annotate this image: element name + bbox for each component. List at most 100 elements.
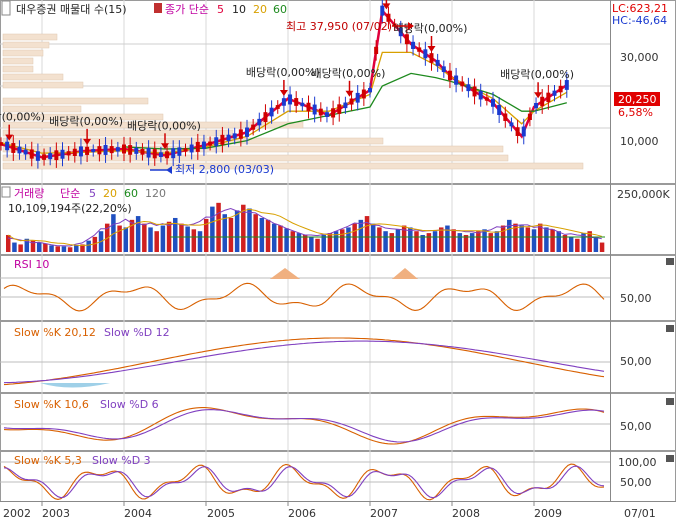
candle-body [546,92,551,103]
candle-body [349,98,354,105]
candle-body [5,141,10,151]
candle-body [220,134,225,145]
x-tick-label: 2005 [207,507,235,520]
volume-profile-bar [2,162,584,170]
panel-toggle-icon[interactable] [1,186,11,198]
high-annotation: 최고 37,950 (07/02) [286,20,392,33]
volume-last-value: 10,109,194주(22,20%) [8,202,132,215]
candle-body [0,142,4,146]
candle-body [245,127,249,137]
volume-bar [6,234,11,252]
volume-bar [568,236,574,252]
volume-bar [414,231,419,252]
candle-body [171,148,176,159]
volume-bar [370,223,376,252]
volume-bar [500,225,506,252]
dividend-label: 배당락(0,00%) [394,22,468,35]
candle-body [115,147,120,152]
volume-bar [346,227,351,252]
volume-bar [531,229,537,252]
volume-bar [290,231,296,252]
candle-body [380,5,385,16]
slow3-tick-50: 50,00 [620,476,652,489]
candle-body [208,141,213,146]
candle-body [491,98,495,107]
candle-body [324,112,329,117]
volume-bar [55,246,60,252]
candle-body [294,98,299,106]
candle-body [558,85,563,93]
candle-body [91,149,96,153]
slow1-title-d: Slow %D 12 [104,326,170,339]
candle-body [146,147,151,158]
volume-bar [309,236,314,252]
x-tick-label-right: 07/01 [624,507,656,520]
volume-bar [482,229,487,252]
stock-title: 대우증권 매물대 수(15) [16,3,127,16]
candle-body [540,96,545,107]
volume-bar [18,244,23,252]
dividend-label: 배당락(0,00%) [500,68,574,81]
volume-bar [457,233,463,252]
candle-body [140,148,145,155]
slow2-title-d: Slow %D 6 [100,398,159,411]
volume-title: 거래량 [14,187,44,200]
slow3-title-k: Slow %K 5,3 [14,454,82,467]
candle-body [337,104,342,114]
volume-bar [383,231,388,252]
vol-ma-20: 20 [103,187,117,200]
volume-bar [599,242,605,252]
close-icon[interactable] [666,325,674,332]
ma-period-5: 5 [217,3,224,16]
volume-bar [463,234,469,252]
rsi-title: RSI 10 [14,258,49,271]
volume-bar [438,227,444,252]
volume-profile-bar [2,41,50,49]
close-icon[interactable] [666,258,674,265]
candle-body [318,108,323,116]
candle-body [42,154,47,160]
volume-bar [247,208,252,252]
candle-body [214,137,219,147]
stock-chart: 배당락(0,00%)배당락(0,00%)배당락(0,00%)배당락(0,00%)… [0,0,676,523]
volume-bar [432,231,438,252]
volume-bar [395,229,401,252]
volume-profile-bar [2,137,384,145]
volume-bar [265,219,271,252]
candle-body [527,113,532,121]
close-icon[interactable] [666,455,674,462]
volume-profile-bar [2,57,34,65]
volume-bar [494,231,500,252]
candle-body [484,97,489,101]
volume-bar [469,233,475,252]
candle-body [238,129,243,139]
volume-profile-bar [2,49,44,57]
slow2-title-k: Slow %K 10,6 [14,398,89,411]
rsi-tick: 50,00 [620,292,652,305]
candle-body [97,146,102,155]
volume-bar [544,227,549,252]
panel-toggle-icon[interactable] [1,0,11,16]
volume-bar [67,247,73,252]
volume-profile-bar [2,154,509,162]
vol-ma-5: 5 [89,187,96,200]
close-icon[interactable] [666,398,674,405]
candle-body [17,146,22,154]
volume-bar [216,202,221,252]
volume-bar [507,219,512,252]
candle-body [66,151,71,156]
candle-body [534,103,539,109]
candle-body [23,149,28,155]
candle-body [447,70,452,81]
x-tick-label: 2004 [124,507,152,520]
volume-bar [364,216,370,252]
candle-body [281,98,286,106]
candle-body [29,149,34,159]
volume-bar [191,229,197,252]
volume-bar [358,219,364,252]
candle-body [60,149,65,159]
chart-window: 배당락(0,00%)배당락(0,00%)배당락(0,00%)배당락(0,00%)… [0,0,676,523]
candle-body [152,149,157,159]
candle-body [35,151,40,161]
volume-bar [451,229,456,252]
